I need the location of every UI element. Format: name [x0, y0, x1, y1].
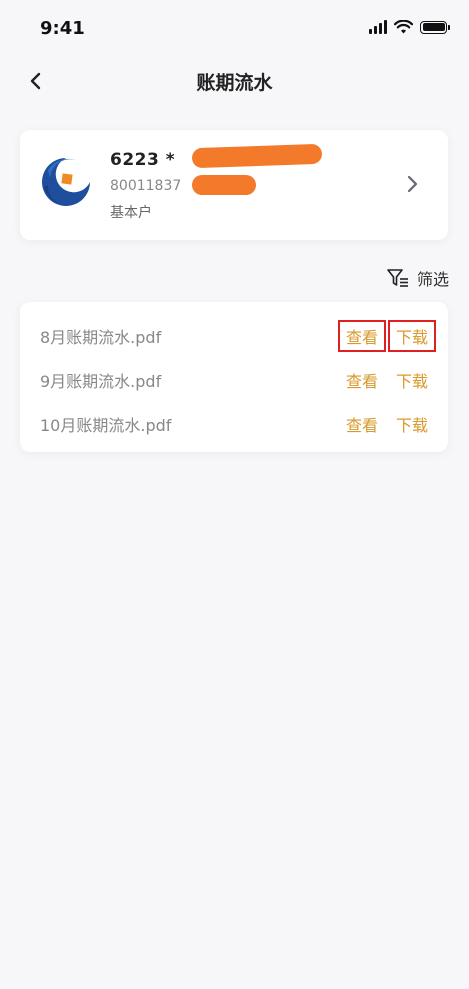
file-name: 10月账期流水.pdf [40, 416, 172, 435]
view-button[interactable]: 查看 [338, 320, 387, 352]
account-type: 基本户 [110, 205, 152, 221]
file-name: 9月账期流水.pdf [40, 372, 162, 391]
list-item: 9月账期流水.pdf 查看 下载 [20, 356, 448, 400]
page-title: 账期流水 [196, 72, 273, 94]
status-time: 9:41 [40, 18, 85, 39]
view-button[interactable]: 查看 [338, 410, 386, 438]
filter-label: 筛选 [416, 270, 449, 289]
filter-button[interactable]: 筛选 [387, 266, 449, 290]
statement-list: 8月账期流水.pdf 查看 下载 9月账期流水.pdf 查看 下载 10月账期流… [20, 302, 448, 452]
account-sub-number: 80011837 [110, 178, 182, 194]
redaction-mark [192, 175, 256, 195]
wifi-icon [394, 20, 413, 34]
file-name: 8月账期流水.pdf [40, 328, 162, 347]
nav-bar: 账期流水 [0, 56, 469, 106]
bank-logo-icon [41, 157, 91, 207]
chevron-right-icon [407, 175, 418, 193]
status-icons [369, 20, 450, 34]
download-button[interactable]: 下载 [388, 320, 437, 352]
battery-icon [420, 20, 450, 34]
view-button[interactable]: 查看 [338, 366, 386, 394]
redaction-mark [191, 143, 323, 169]
list-item: 8月账期流水.pdf 查看 下载 [20, 312, 448, 356]
account-number: 6223 * [110, 150, 176, 170]
download-button[interactable]: 下载 [388, 366, 436, 394]
filter-icon [387, 269, 408, 287]
list-item: 10月账期流水.pdf 查看 下载 [20, 400, 448, 444]
account-card[interactable]: 6223 * 80011837 基本户 [20, 130, 448, 240]
signal-icon [369, 20, 387, 34]
status-bar: 9:41 [0, 0, 469, 56]
download-button[interactable]: 下载 [388, 410, 436, 438]
